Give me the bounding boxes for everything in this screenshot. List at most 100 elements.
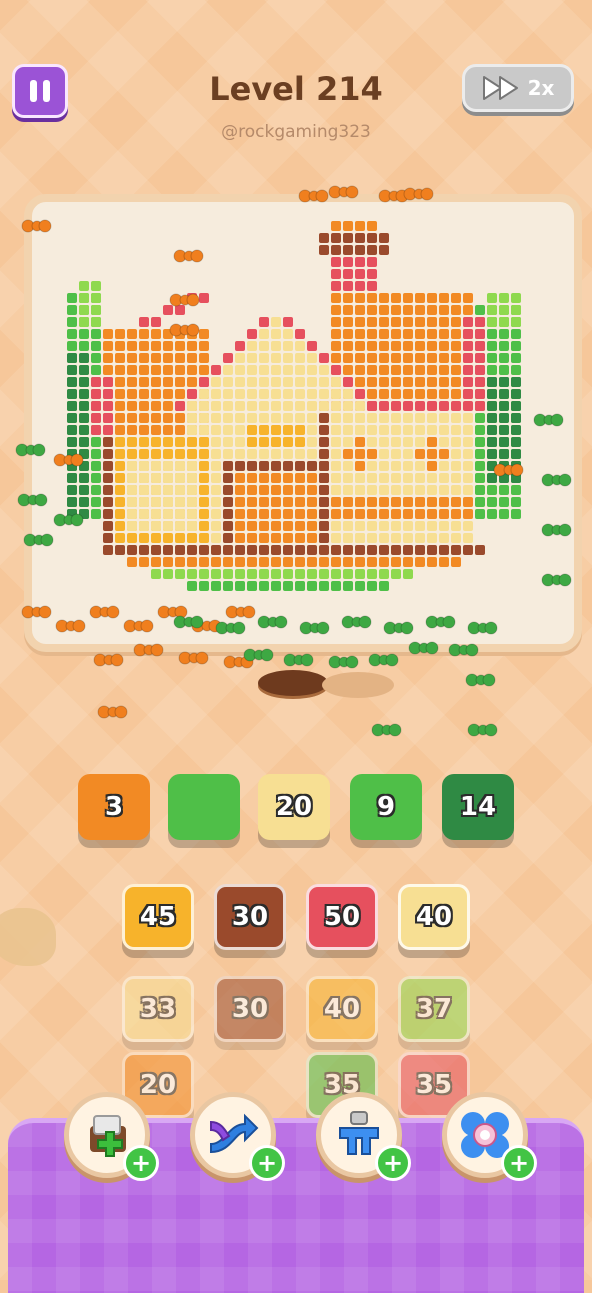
ant-stack-tile[interactable]: 40: [398, 884, 470, 950]
pixel-block: [391, 329, 401, 339]
pixel-block: [187, 341, 197, 351]
add-booster-plus-icon[interactable]: +: [123, 1145, 159, 1181]
pixel-block: [427, 413, 437, 423]
pixel-block: [187, 353, 197, 363]
pixel-block: [91, 413, 101, 423]
pixel-block: [487, 293, 497, 303]
pixel-block: [199, 485, 209, 495]
pixel-block: [259, 377, 269, 387]
claw-booster-button[interactable]: +: [316, 1092, 411, 1181]
pixel-block: [283, 449, 293, 459]
pixel-block: [175, 545, 185, 555]
ant-stack-tile[interactable]: 30: [214, 884, 286, 950]
pixel-block: [271, 413, 281, 423]
pixel-block: [91, 341, 101, 351]
pixel-block: [115, 449, 125, 459]
pixel-block: [247, 521, 257, 531]
pixel-block: [259, 317, 269, 327]
pixel-block: [367, 533, 377, 543]
pixel-block: [391, 401, 401, 411]
pixel-block: [319, 353, 329, 363]
flower-booster-button[interactable]: +: [442, 1092, 537, 1181]
shuffle-plus-icon[interactable]: +: [249, 1145, 285, 1181]
pixel-block: [283, 413, 293, 423]
pixel-block: [247, 329, 257, 339]
pixel-block: [367, 425, 377, 435]
conveyor-slot[interactable]: 14: [442, 774, 514, 840]
pixel-block: [331, 305, 341, 315]
pixel-block: [235, 533, 245, 543]
pixel-block: [487, 341, 497, 351]
pixel-block: [307, 449, 317, 459]
conveyor-slot[interactable]: 9: [350, 774, 422, 840]
pixel-block: [415, 485, 425, 495]
pixel-block: [163, 305, 173, 315]
pixel-block: [391, 389, 401, 399]
pixel-block: [139, 485, 149, 495]
pixel-block: [283, 377, 293, 387]
pixel-block: [127, 353, 137, 363]
pixel-block: [415, 461, 425, 471]
pixel-block: [259, 581, 269, 591]
pixel-block: [451, 293, 461, 303]
pixel-block: [187, 461, 197, 471]
pixel-block: [259, 341, 269, 351]
add-slot-booster-button[interactable]: +: [64, 1092, 159, 1181]
pixel-block: [463, 353, 473, 363]
pixel-block: [343, 281, 353, 291]
pixel-block: [307, 341, 317, 351]
pixel-block: [163, 329, 173, 339]
pixel-block: [79, 509, 89, 519]
pixel-block: [91, 293, 101, 303]
pixel-block: [223, 353, 233, 363]
pixel-block: [331, 509, 341, 519]
pixel-block: [475, 365, 485, 375]
pixel-block: [307, 569, 317, 579]
pixel-block: [451, 533, 461, 543]
shuffle-booster-button[interactable]: +: [190, 1092, 285, 1181]
pixel-block: [187, 521, 197, 531]
pixel-block: [391, 569, 401, 579]
pixel-block: [367, 233, 377, 243]
pixel-block: [151, 413, 161, 423]
claw-plus-icon[interactable]: +: [375, 1145, 411, 1181]
pixel-block: [343, 329, 353, 339]
pixel-block: [391, 449, 401, 459]
pixel-block: [367, 461, 377, 471]
flower-plus-icon[interactable]: +: [501, 1145, 537, 1181]
pixel-block: [463, 497, 473, 507]
pixel-block: [451, 521, 461, 531]
conveyor-slot[interactable]: 3: [78, 774, 150, 840]
pixel-block: [343, 413, 353, 423]
pixel-block: [475, 497, 485, 507]
pixel-block: [271, 341, 281, 351]
pixel-block: [163, 485, 173, 495]
ant-stack-tile[interactable]: 45: [122, 884, 194, 950]
conveyor-slot[interactable]: [168, 774, 240, 840]
pixel-block: [79, 353, 89, 363]
pixel-block: [319, 485, 329, 495]
pixel-block: [211, 365, 221, 375]
pixel-block: [115, 389, 125, 399]
pixel-block: [415, 353, 425, 363]
conveyor-slot[interactable]: 20: [258, 774, 330, 840]
pixel-block: [199, 521, 209, 531]
ant-stack-tile[interactable]: 50: [306, 884, 378, 950]
pixel-block: [319, 245, 329, 255]
pixel-block: [103, 497, 113, 507]
pixel-block: [151, 521, 161, 531]
pixel-block: [91, 317, 101, 327]
pixel-block: [163, 413, 173, 423]
pixel-block: [295, 461, 305, 471]
pixel-block: [343, 569, 353, 579]
pixel-block: [211, 389, 221, 399]
pixel-block: [187, 569, 197, 579]
pixel-block: [511, 389, 521, 399]
pixel-block: [331, 425, 341, 435]
pixel-block: [223, 509, 233, 519]
pixel-block: [259, 509, 269, 519]
pixel-block: [511, 401, 521, 411]
pixel-block: [67, 305, 77, 315]
pixel-block: [271, 329, 281, 339]
pixel-block: [307, 497, 317, 507]
